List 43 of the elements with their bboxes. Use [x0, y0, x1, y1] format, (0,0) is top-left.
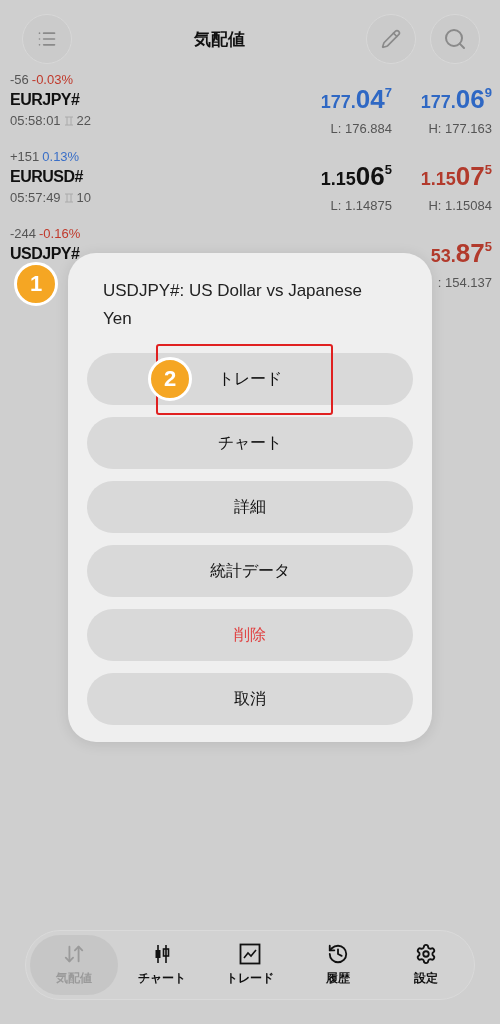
change-percent: 0.13% [42, 149, 80, 164]
high-text: H: 1.15084 [428, 198, 492, 213]
tab-item[interactable]: チャート [118, 935, 206, 995]
action-button[interactable]: 取消 [87, 673, 413, 725]
spread-text: 10 [76, 190, 92, 205]
high-text: H: 177.163 [428, 121, 492, 136]
tab-item[interactable]: 設定 [382, 935, 470, 995]
settings-icon [415, 943, 437, 965]
symbol: USDJPY# [10, 245, 81, 263]
history-icon [327, 943, 349, 965]
tab-item[interactable]: トレード [206, 935, 294, 995]
low-text: L: 176.884 [330, 121, 392, 136]
action-button[interactable]: 統計データ [87, 545, 413, 597]
price: 177.04$^{7}$ [320, 84, 392, 115]
spread-icon [63, 192, 74, 203]
action-button[interactable]: チャート [87, 417, 413, 469]
high-text: : 154.137 [437, 275, 492, 290]
action-button[interactable]: 詳細 [87, 481, 413, 533]
search-icon [443, 27, 467, 51]
list-icon [37, 29, 57, 49]
spread-text: 22 [76, 113, 92, 128]
arrows-icon [63, 943, 85, 965]
spread-icon [63, 115, 74, 126]
screen-title: 気配値 [193, 27, 245, 51]
time-text: 05:57:49 [10, 190, 61, 205]
change-percent: -0.03% [31, 72, 73, 87]
change-text: -244 [10, 226, 37, 241]
tab-item[interactable]: 履歴 [294, 935, 382, 995]
price: 1.1506$^{5}$ [320, 161, 392, 192]
dialog-title: USDJPY#: US Dollar vs Japanese Yen [102, 280, 363, 330]
price: 53.87$^{5}$ [430, 238, 492, 269]
step-badge: 1 [14, 262, 58, 306]
line-chart-icon [239, 943, 261, 965]
symbol: EURUSD# [10, 168, 84, 186]
change-text: -56 [10, 72, 29, 87]
symbol: EURJPY# [10, 91, 81, 109]
change-text: +151 [10, 149, 40, 164]
change-percent: -0.16% [39, 226, 81, 241]
price: 1.1507$^{5}$ [420, 161, 492, 192]
price: 177.06$^{9}$ [420, 84, 492, 115]
pencil-icon [381, 29, 401, 49]
time-text: 05:58:01 [10, 113, 61, 128]
low-text: L: 1.14875 [330, 198, 392, 213]
